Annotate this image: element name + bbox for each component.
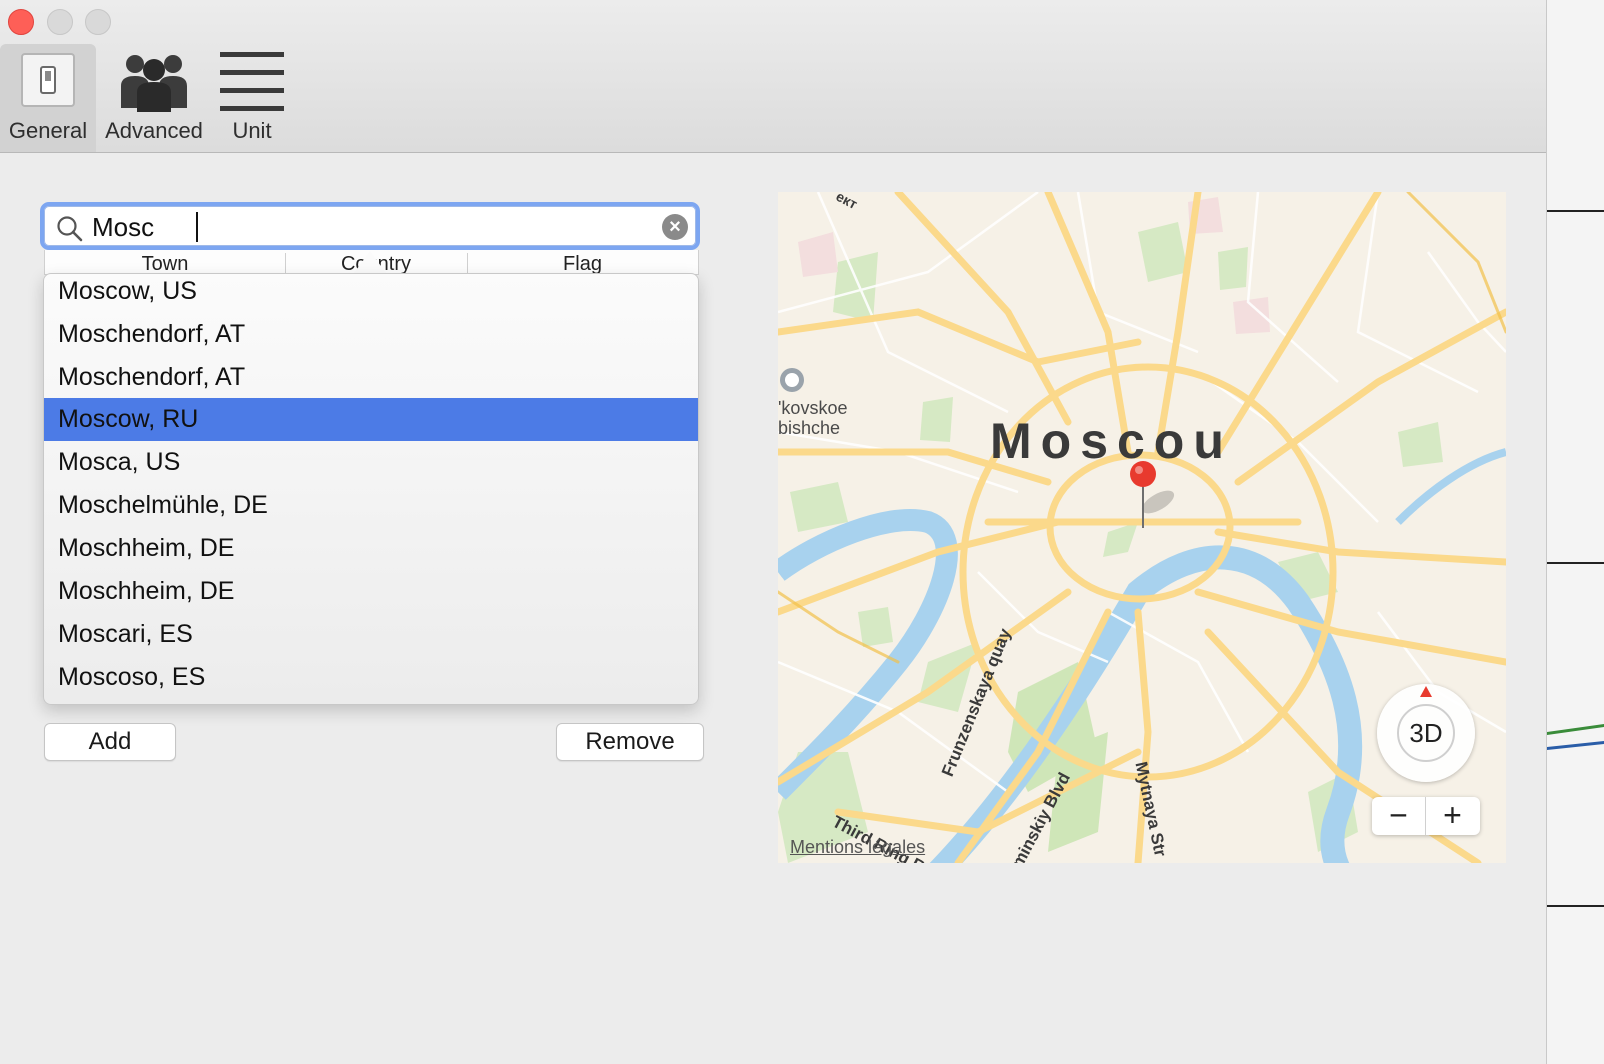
tab-advanced-label: Advanced xyxy=(105,118,203,143)
zoom-control: − + xyxy=(1372,797,1480,835)
backdrop-line xyxy=(1547,210,1604,212)
zoom-button[interactable] xyxy=(85,9,111,35)
compass-north-icon xyxy=(1420,686,1432,697)
map-view[interactable]: 'kovskoe bishche ект Moscou Frunzenskaya… xyxy=(778,192,1506,863)
tab-general-label: General xyxy=(8,118,88,143)
map-poi-line: bishche xyxy=(778,418,841,438)
map-poi-line: 'kovskoe xyxy=(778,398,848,418)
tab-general[interactable]: General xyxy=(0,44,96,152)
preferences-window: General Advanced Unit Mosc × Town Countr… xyxy=(0,0,1547,1064)
search-value: Mosc xyxy=(92,212,155,242)
backdrop-line xyxy=(1547,905,1604,907)
popover-arrow xyxy=(354,251,386,273)
location-pin-icon xyxy=(1130,461,1156,528)
close-button[interactable] xyxy=(8,9,34,35)
result-item[interactable]: Moscow, US xyxy=(44,274,698,313)
text-caret xyxy=(196,212,198,242)
background-window xyxy=(1547,0,1604,1064)
column-flag[interactable]: Flag xyxy=(467,253,698,274)
result-item-selected[interactable]: Moscow, RU xyxy=(44,398,698,441)
result-item[interactable]: Moscari, ES xyxy=(44,613,698,656)
compass-label: 3D xyxy=(1397,704,1455,762)
zoom-in-button[interactable]: + xyxy=(1426,797,1479,835)
remove-button[interactable]: Remove xyxy=(556,723,704,761)
result-item[interactable]: Moschendorf, AT xyxy=(44,356,698,399)
magnifier-icon xyxy=(57,216,83,242)
result-item[interactable]: Moschelmühle, DE xyxy=(44,484,698,527)
result-item[interactable]: Moschheim, DE xyxy=(44,570,698,613)
search-input[interactable]: Mosc × xyxy=(40,202,700,250)
compass-3d-button[interactable]: 3D xyxy=(1377,684,1475,782)
backdrop-line xyxy=(1547,562,1604,564)
users-icon xyxy=(121,55,187,112)
clear-circle-icon[interactable]: × xyxy=(662,214,688,240)
switch-icon xyxy=(21,53,75,107)
add-button[interactable]: Add xyxy=(44,723,176,761)
tab-unit[interactable]: Unit xyxy=(212,44,292,152)
map-legal-link[interactable]: Mentions légales xyxy=(790,837,925,858)
minimize-button[interactable] xyxy=(47,9,73,35)
column-town[interactable]: Town xyxy=(45,253,286,274)
search-results-popover: Moscow, US Moschendorf, AT Moschendorf, … xyxy=(43,273,699,705)
tab-advanced[interactable]: Advanced xyxy=(100,44,208,152)
lines-icon xyxy=(220,52,284,111)
toolbar: General Advanced Unit xyxy=(0,0,1546,153)
zoom-out-button[interactable]: − xyxy=(1372,797,1426,835)
tab-unit-label: Unit xyxy=(232,118,272,143)
result-item[interactable]: Moscoso, ES xyxy=(44,656,698,699)
map-city-label: Moscou xyxy=(990,413,1233,469)
map-poi-label: 'kovskoe bishche xyxy=(778,398,847,438)
result-item[interactable]: Mosca, US xyxy=(44,441,698,484)
result-item[interactable]: Moschheim, DE xyxy=(44,527,698,570)
result-item[interactable]: Moschendorf, AT xyxy=(44,313,698,356)
